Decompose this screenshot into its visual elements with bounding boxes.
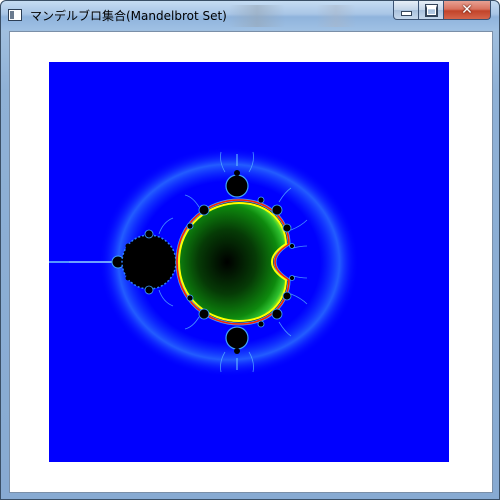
app-window: マンデルブロ集合(Mandelbrot Set) ✕ bbox=[0, 0, 500, 500]
close-button[interactable]: ✕ bbox=[443, 1, 491, 20]
titlebar-background-glass-2 bbox=[316, 5, 356, 27]
close-icon: ✕ bbox=[461, 2, 473, 18]
minimize-icon bbox=[400, 10, 412, 16]
maximize-button[interactable] bbox=[418, 1, 444, 20]
app-window-icon[interactable] bbox=[8, 9, 22, 21]
main-cardioid bbox=[175, 198, 291, 326]
minimize-button[interactable] bbox=[393, 1, 419, 20]
mandelbrot-image bbox=[49, 62, 449, 462]
titlebar-background-glass bbox=[229, 5, 285, 27]
window-title: マンデルブロ集合(Mandelbrot Set) bbox=[30, 9, 227, 23]
maximize-icon bbox=[424, 3, 438, 17]
title-bar[interactable]: マンデルブロ集合(Mandelbrot Set) ✕ bbox=[1, 1, 499, 30]
mandelbrot-canvas[interactable] bbox=[49, 62, 449, 462]
